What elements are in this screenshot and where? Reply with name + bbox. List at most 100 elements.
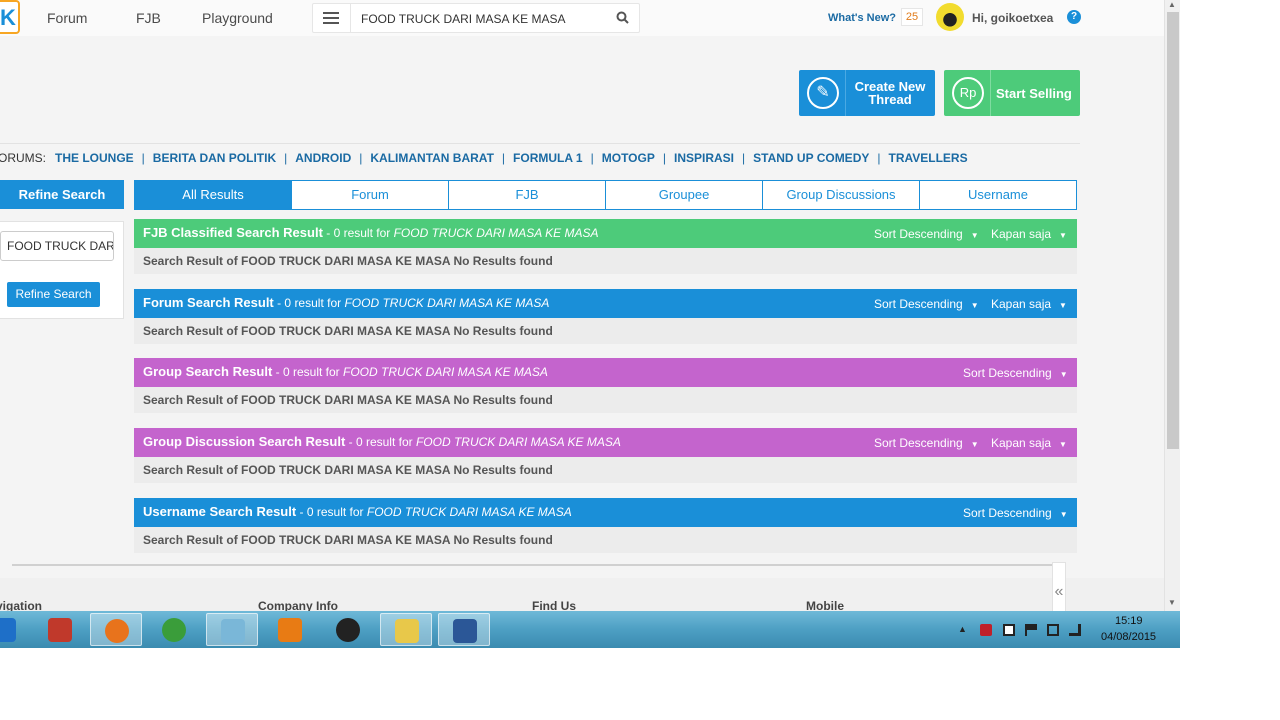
nav-link-fjb[interactable]: FJB	[136, 10, 161, 26]
rupiah-icon: Rp	[952, 77, 984, 109]
sort-dropdown[interactable]: Sort Descending ▼	[874, 297, 979, 311]
network-signal-icon[interactable]	[1069, 624, 1081, 636]
forum-link[interactable]: ANDROID	[295, 151, 351, 165]
notepad-icon	[221, 619, 245, 643]
tab-all-results[interactable]: All Results	[134, 180, 292, 210]
create-thread-icon-box: ✎	[799, 70, 846, 116]
keyboard-tray-icon[interactable]	[1003, 624, 1015, 636]
result-section-title: FJB Classified Search Result - 0 result …	[143, 225, 599, 240]
battery-icon[interactable]	[1047, 624, 1059, 636]
result-section: Group Search Result - 0 result for FOOD …	[134, 358, 1077, 413]
sort-dropdown[interactable]: Sort Descending ▼	[874, 436, 979, 450]
result-count: - 0 result for	[322, 226, 394, 240]
result-count: - 0 result for	[273, 296, 345, 310]
time-filter-dropdown[interactable]: Kapan saja ▼	[991, 436, 1067, 450]
result-section: Group Discussion Search Result - 0 resul…	[134, 428, 1077, 483]
windows-taskbar: ▲	[0, 611, 1180, 648]
start-selling-label: Start Selling	[996, 86, 1072, 101]
clock-date[interactable]: 04/08/2015	[1101, 631, 1156, 643]
tab-groupee[interactable]: Groupee	[606, 180, 763, 210]
result-query: FOOD TRUCK DARI MASA KE MASA	[415, 435, 621, 449]
forum-separator: |	[877, 151, 881, 165]
result-section: Forum Search Result - 0 result for FOOD …	[134, 289, 1077, 344]
result-tabs: All Results Forum FJB Groupee Group Discussi…	[134, 180, 1077, 210]
avatar[interactable]	[936, 3, 964, 31]
taskbar-button[interactable]	[322, 613, 374, 646]
media-player-icon	[278, 618, 302, 642]
user-greeting[interactable]: Hi, goikoetxea	[972, 11, 1053, 25]
vertical-scrollbar[interactable]: ▲ ▼	[1164, 0, 1180, 612]
scroll-thumb[interactable]	[1167, 12, 1179, 449]
time-filter-dropdown[interactable]: Kapan saja ▼	[991, 297, 1067, 311]
time-filter-label: Kapan saja	[991, 227, 1052, 241]
tab-group-discussions[interactable]: Group Discussions	[763, 180, 920, 210]
help-icon[interactable]: ?	[1067, 10, 1081, 24]
chevron-down-icon: ▼	[1059, 231, 1067, 240]
forum-link[interactable]: FORMULA 1	[513, 151, 583, 165]
start-selling-icon-box: Rp	[944, 70, 991, 116]
forum-link[interactable]: TRAVELLERS	[888, 151, 967, 165]
nav-link-forum[interactable]: Forum	[47, 10, 87, 26]
taskbar-button[interactable]	[0, 613, 30, 646]
refine-search-button[interactable]: Refine Search	[7, 282, 100, 307]
notification-count-badge[interactable]: 25	[901, 8, 923, 26]
result-section: FJB Classified Search Result - 0 result …	[134, 219, 1077, 274]
scroll-up-icon[interactable]: ▲	[1168, 0, 1176, 9]
whats-new-link[interactable]: What's New?	[828, 12, 896, 24]
tab-forum[interactable]: Forum	[292, 180, 449, 210]
sort-label: Sort Descending	[874, 227, 963, 241]
ie-icon	[0, 618, 16, 642]
sort-dropdown[interactable]: Sort Descending ▼	[963, 506, 1068, 520]
logo-glyph: K	[0, 5, 16, 30]
scroll-down-icon[interactable]: ▼	[1168, 598, 1176, 607]
flag-icon[interactable]	[1025, 624, 1037, 636]
sort-dropdown[interactable]: Sort Descending ▼	[963, 366, 1068, 380]
forum-link[interactable]: KALIMANTAN BARAT	[370, 151, 494, 165]
taskbar-button[interactable]	[34, 613, 86, 646]
taskbar-button[interactable]	[148, 613, 200, 646]
taskbar-button[interactable]	[380, 613, 432, 646]
clock-time[interactable]: 15:19	[1115, 615, 1143, 627]
sort-dropdown[interactable]: Sort Descending ▼	[874, 227, 979, 241]
chevron-down-icon: ▼	[1059, 301, 1067, 310]
taskbar-button[interactable]	[206, 613, 258, 646]
result-empty-message: Search Result of FOOD TRUCK DARI MASA KE…	[134, 457, 1077, 483]
result-section-header: Username Search Result - 0 result for FO…	[134, 498, 1077, 527]
search-box	[312, 3, 640, 33]
search-input[interactable]	[361, 12, 601, 26]
sort-label: Sort Descending	[963, 506, 1052, 520]
refine-search-header: Refine Search	[0, 180, 124, 209]
forum-link[interactable]: MOTOGP	[602, 151, 655, 165]
tab-fjb[interactable]: FJB	[449, 180, 606, 210]
folder-icon	[395, 619, 419, 643]
chevron-down-icon: ▼	[1059, 510, 1068, 519]
forums-list: THE LOUNGE | BERITA DAN POLITIK | ANDROID | KA…	[55, 151, 976, 165]
taskbar-button[interactable]	[438, 613, 490, 646]
nav-link-playground[interactable]: Playground	[202, 10, 273, 26]
create-thread-label: Create New Thread	[854, 79, 926, 107]
kaskus-logo[interactable]: K	[0, 0, 20, 34]
taskbar-button[interactable]	[264, 613, 316, 646]
collapse-chevron-icon[interactable]: «	[1052, 562, 1066, 612]
forum-link[interactable]: STAND UP COMEDY	[753, 151, 869, 165]
result-title: Forum Search Result	[143, 295, 274, 310]
forum-separator: |	[284, 151, 288, 165]
create-thread-button[interactable]: ✎ Create New Thread	[799, 70, 935, 116]
start-selling-button[interactable]: Rp Start Selling	[944, 70, 1080, 116]
tray-arrow-icon[interactable]: ▲	[958, 624, 970, 636]
result-section-header: Forum Search Result - 0 result for FOOD …	[134, 289, 1077, 318]
search-icon[interactable]	[616, 11, 629, 24]
hamburger-menu-icon[interactable]	[323, 12, 339, 24]
refine-search-input[interactable]: FOOD TRUCK DAR	[0, 231, 114, 261]
time-filter-dropdown[interactable]: Kapan saja ▼	[991, 227, 1067, 241]
acrobat-tray-icon[interactable]	[980, 624, 992, 636]
forum-link[interactable]: INSPIRASI	[674, 151, 734, 165]
chevron-down-icon: ▼	[1059, 370, 1068, 379]
forum-link[interactable]: THE LOUNGE	[55, 151, 134, 165]
taskbar-button[interactable]	[90, 613, 142, 646]
result-count: - 0 result for	[345, 435, 416, 449]
result-query: FOOD TRUCK DARI MASA KE MASA	[344, 296, 550, 310]
chevron-down-icon: ▼	[970, 440, 979, 449]
forum-link[interactable]: BERITA DAN POLITIK	[153, 151, 276, 165]
tab-username[interactable]: Username	[920, 180, 1077, 210]
